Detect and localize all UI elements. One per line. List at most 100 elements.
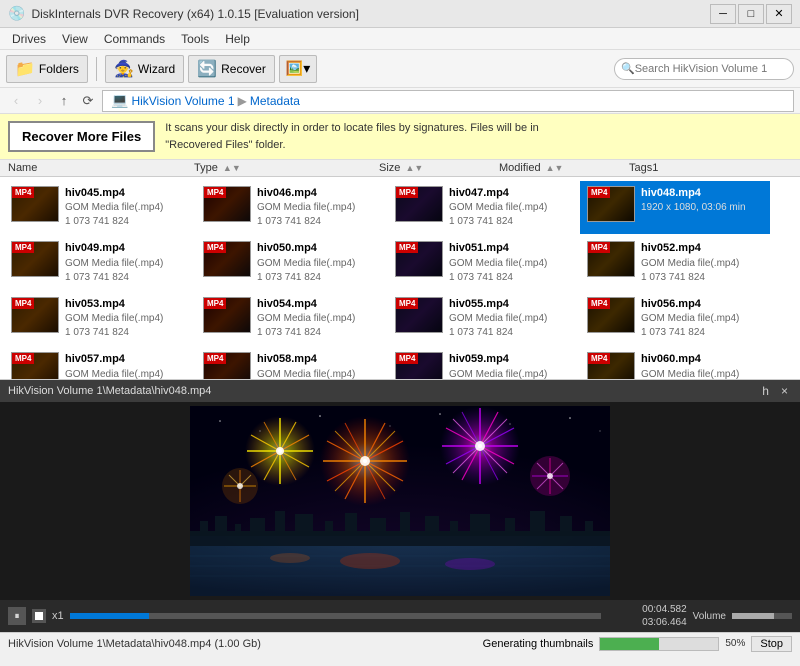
- progress-percentage: 50%: [725, 638, 745, 649]
- file-thumbnail: MP4: [587, 186, 635, 222]
- file-item[interactable]: MP4 hiv055.mp4 GOM Media file(.mp4) 1 07…: [388, 292, 578, 345]
- file-item[interactable]: MP4 hiv054.mp4 GOM Media file(.mp4) 1 07…: [196, 292, 386, 345]
- file-info: hiv057.mp4 GOM Media file(.mp4) 1 073 74…: [65, 352, 163, 380]
- file-thumbnail: MP4: [395, 297, 443, 333]
- file-item[interactable]: MP4 hiv060.mp4 GOM Media file(.mp4) 1 07…: [580, 347, 770, 380]
- file-thumbnail: MP4: [11, 352, 59, 380]
- up-button[interactable]: ↑: [54, 91, 74, 111]
- col-header-tags[interactable]: Tags1: [629, 162, 780, 174]
- volume-label: Volume: [693, 611, 726, 622]
- file-item[interactable]: MP4 hiv049.mp4 GOM Media file(.mp4) 1 07…: [4, 236, 194, 289]
- recover-button[interactable]: 🔄 Recover: [188, 55, 275, 83]
- time-display: 00:04.582 03:06.464: [607, 603, 687, 629]
- file-meta2: 1 073 741 824: [257, 271, 355, 285]
- file-item[interactable]: MP4 hiv058.mp4 GOM Media file(.mp4) 1 07…: [196, 347, 386, 380]
- file-item[interactable]: MP4 hiv056.mp4 GOM Media file(.mp4) 1 07…: [580, 292, 770, 345]
- preview-panel: HikVision Volume 1\Metadata\hiv048.mp4 h…: [0, 380, 800, 632]
- file-item[interactable]: MP4 hiv047.mp4 GOM Media file(.mp4) 1 07…: [388, 181, 578, 234]
- extra-button[interactable]: 🖼️▾: [279, 55, 317, 83]
- file-thumbnail: MP4: [587, 241, 635, 277]
- col-header-size[interactable]: Size ▲▼: [379, 162, 499, 174]
- file-item[interactable]: MP4 hiv051.mp4 GOM Media file(.mp4) 1 07…: [388, 236, 578, 289]
- file-meta2: 1 073 741 824: [449, 326, 547, 340]
- video-progress-bar[interactable]: [70, 613, 601, 619]
- file-name: hiv055.mp4: [449, 297, 547, 312]
- wizard-icon: 🧙: [114, 59, 134, 79]
- file-name: hiv051.mp4: [449, 241, 547, 256]
- back-button[interactable]: ‹: [6, 91, 26, 111]
- preview-close-button[interactable]: ×: [777, 384, 792, 398]
- file-item[interactable]: MP4 hiv059.mp4 GOM Media file(.mp4) 1 07…: [388, 347, 578, 380]
- minimize-button[interactable]: ─: [710, 4, 736, 24]
- stop-thumbnails-button[interactable]: Stop: [751, 636, 792, 652]
- file-item[interactable]: MP4 hiv045.mp4 GOM Media file(.mp4) 1 07…: [4, 181, 194, 234]
- file-meta2: 1 073 741 824: [449, 215, 547, 229]
- recover-icon: 🔄: [197, 59, 217, 79]
- breadcrumb-child[interactable]: Metadata: [250, 94, 300, 108]
- titlebar-title: DiskInternals DVR Recovery (x64) 1.0.15 …: [31, 7, 710, 21]
- col-header-name[interactable]: Name: [4, 162, 194, 174]
- file-meta2: 1 073 741 824: [65, 271, 163, 285]
- window-controls: ─ □ ✕: [710, 4, 792, 24]
- menu-drives[interactable]: Drives: [4, 30, 54, 48]
- mp4-badge: MP4: [396, 242, 418, 253]
- file-name: hiv058.mp4: [257, 352, 355, 367]
- recover-more-button[interactable]: Recover More Files: [8, 121, 155, 152]
- video-progress-fill: [70, 613, 150, 619]
- col-header-type[interactable]: Type ▲▼: [194, 162, 379, 174]
- file-item[interactable]: MP4 hiv052.mp4 GOM Media file(.mp4) 1 07…: [580, 236, 770, 289]
- menu-tools[interactable]: Tools: [173, 30, 217, 48]
- file-meta1: GOM Media file(.mp4): [449, 201, 547, 215]
- file-meta1: GOM Media file(.mp4): [449, 368, 547, 380]
- file-item[interactable]: MP4 hiv053.mp4 GOM Media file(.mp4) 1 07…: [4, 292, 194, 345]
- file-item[interactable]: MP4 hiv046.mp4 GOM Media file(.mp4) 1 07…: [196, 181, 386, 234]
- pause-button[interactable]: ⏸: [8, 607, 26, 625]
- volume-bar[interactable]: [732, 613, 792, 619]
- wizard-button[interactable]: 🧙 Wizard: [105, 55, 184, 83]
- file-meta1: GOM Media file(.mp4): [65, 368, 163, 380]
- file-item[interactable]: MP4 hiv050.mp4 GOM Media file(.mp4) 1 07…: [196, 236, 386, 289]
- breadcrumb: 💻 HikVision Volume 1 ▶ Metadata: [102, 90, 794, 112]
- addressbar: ‹ › ↑ ⟳ 💻 HikVision Volume 1 ▶ Metadata: [0, 88, 800, 114]
- mp4-badge: MP4: [588, 353, 610, 364]
- extra-icon: 🖼️▾: [286, 60, 310, 77]
- search-box[interactable]: 🔍: [614, 58, 794, 80]
- stop-button[interactable]: [32, 609, 46, 623]
- folders-button[interactable]: 📁 Folders: [6, 55, 88, 83]
- search-input[interactable]: [635, 63, 785, 75]
- file-meta2: 1 073 741 824: [449, 271, 547, 285]
- breadcrumb-root[interactable]: HikVision Volume 1: [131, 94, 234, 108]
- refresh-button[interactable]: ⟳: [78, 91, 98, 111]
- file-name: hiv052.mp4: [641, 241, 739, 256]
- menu-commands[interactable]: Commands: [96, 30, 173, 48]
- mp4-badge: MP4: [396, 187, 418, 198]
- file-info: hiv054.mp4 GOM Media file(.mp4) 1 073 74…: [257, 297, 355, 340]
- mp4-badge: MP4: [204, 298, 226, 309]
- mp4-badge: MP4: [588, 187, 610, 198]
- file-item[interactable]: MP4 hiv057.mp4 GOM Media file(.mp4) 1 07…: [4, 347, 194, 380]
- speed-label: x1: [52, 610, 64, 622]
- volume-fill: [732, 613, 774, 619]
- playback-bar: ⏸ x1 00:04.582 03:06.464 Volume: [0, 600, 800, 632]
- close-button[interactable]: ✕: [766, 4, 792, 24]
- file-item[interactable]: MP4 hiv048.mp4 1920 x 1080, 03:06 min: [580, 181, 770, 234]
- file-thumbnail: MP4: [587, 297, 635, 333]
- file-info: hiv048.mp4 1920 x 1080, 03:06 min: [641, 186, 746, 215]
- maximize-button[interactable]: □: [738, 4, 764, 24]
- file-meta2: 1 073 741 824: [257, 215, 355, 229]
- file-meta2: 1 073 741 824: [65, 326, 163, 340]
- file-name: hiv060.mp4: [641, 352, 739, 367]
- menu-help[interactable]: Help: [217, 30, 258, 48]
- menu-view[interactable]: View: [54, 30, 96, 48]
- file-meta1: GOM Media file(.mp4): [449, 312, 547, 326]
- preview-help-button[interactable]: h: [758, 384, 773, 398]
- file-info: hiv050.mp4 GOM Media file(.mp4) 1 073 74…: [257, 241, 355, 284]
- file-meta2: 1 073 741 824: [257, 326, 355, 340]
- col-header-modified[interactable]: Modified ▲▼: [499, 162, 629, 174]
- search-icon: 🔍: [621, 62, 635, 75]
- thumbnail-progress-bar: [599, 637, 719, 651]
- file-name: hiv056.mp4: [641, 297, 739, 312]
- time-total: 03:06.464: [607, 616, 687, 629]
- forward-button[interactable]: ›: [30, 91, 50, 111]
- file-thumbnail: MP4: [395, 241, 443, 277]
